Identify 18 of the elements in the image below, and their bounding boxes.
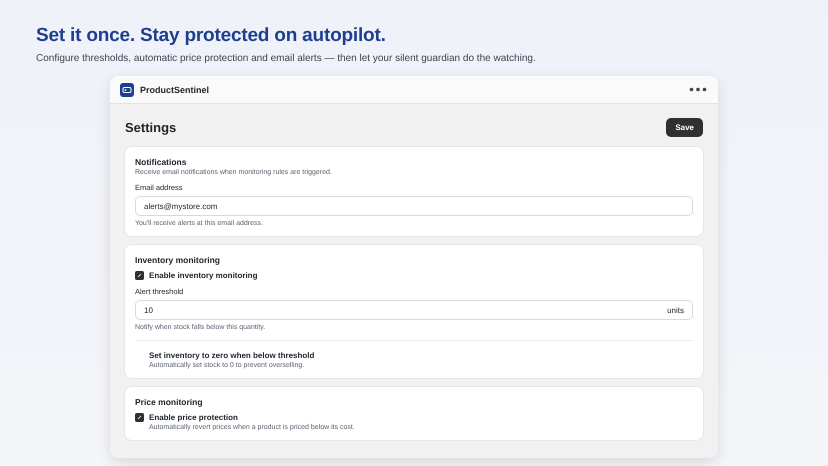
checkbox[interactable] [135,413,144,422]
checkbox-label[interactable]: Enable price protection [149,413,238,422]
save-button[interactable]: Save [666,118,703,137]
input-field[interactable]: 10 units [135,300,693,320]
section-title: Inventory monitoring [135,255,221,265]
input-field[interactable]: alerts@mystore.com [135,196,693,216]
more-icon[interactable] [689,87,707,92]
section-title: Notifications [135,157,188,167]
checkbox-label[interactable]: Enable inventory monitoring [149,271,258,280]
page-title: Settings [125,120,176,135]
subtitle: Configure thresholds, automatic price protection and email alerts — then let your silent guardian do the watching. [36,53,536,64]
logo-icon [120,82,134,96]
headline: Set it once. Stay protected on autopilot. [36,25,387,47]
app-name: ProductSentinel [140,84,210,94]
section-title: Price monitoring [135,397,204,407]
unit-label: units [667,306,684,314]
option-label: Set inventory to zero when below threshold [149,351,316,360]
checkbox[interactable] [135,271,144,280]
